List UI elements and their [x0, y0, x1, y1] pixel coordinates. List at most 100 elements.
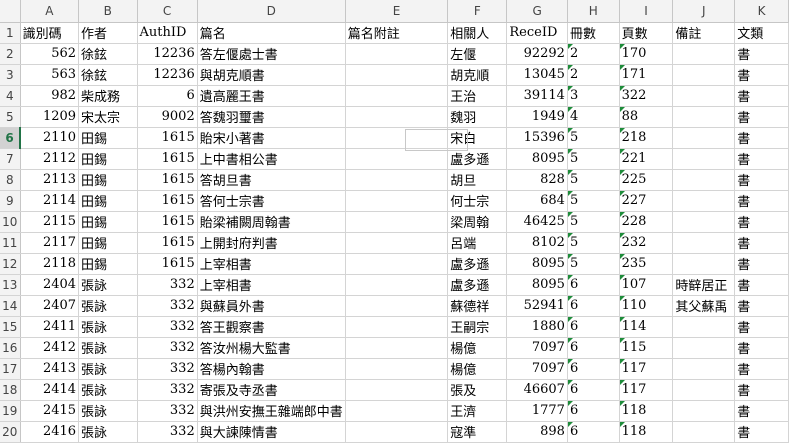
cell-a[interactable]: 2404	[20, 274, 80, 296]
cell-d[interactable]: 答左偃處士書	[197, 43, 346, 65]
cell-h[interactable]: 5	[567, 127, 620, 149]
cell-k[interactable]: 文類	[734, 22, 789, 44]
cell-f[interactable]: 梁周翰	[447, 211, 508, 233]
cell-d[interactable]: 答汝州楊大監書	[197, 337, 346, 359]
cell-e[interactable]	[345, 85, 449, 107]
cell-c[interactable]: 1615	[137, 232, 198, 254]
cell-f[interactable]: 左偃	[447, 43, 508, 65]
cell-j[interactable]	[672, 64, 736, 86]
cell-i[interactable]: 235	[619, 253, 674, 275]
cell-j[interactable]	[672, 169, 736, 191]
cell-i[interactable]: 227	[619, 190, 674, 212]
cell-g[interactable]: 15396	[506, 127, 568, 149]
cell-i[interactable]: 171	[619, 64, 674, 86]
cell-g[interactable]: 52941	[506, 295, 568, 317]
row-header[interactable]: 16	[0, 337, 21, 359]
cell-a[interactable]: 2110	[20, 127, 80, 149]
cell-d[interactable]: 上中書相公書	[197, 148, 346, 170]
cell-a[interactable]: 982	[20, 85, 80, 107]
cell-h[interactable]: 5	[567, 190, 620, 212]
row-header[interactable]: 1	[0, 22, 21, 44]
cell-k[interactable]: 書	[734, 85, 789, 107]
cell-f[interactable]: 楊億	[447, 358, 508, 380]
cell-j[interactable]: 備註	[672, 22, 736, 44]
row-header[interactable]: 14	[0, 295, 21, 317]
column-header-i[interactable]: I	[619, 0, 674, 23]
cell-f[interactable]: 呂端	[447, 232, 508, 254]
cell-b[interactable]: 田錫	[78, 127, 138, 149]
cell-k[interactable]: 書	[734, 379, 789, 401]
cell-a[interactable]: 2114	[20, 190, 80, 212]
cell-g[interactable]: 7097	[506, 337, 568, 359]
cell-j[interactable]	[672, 211, 736, 233]
cell-h[interactable]: 2	[567, 43, 620, 65]
row-header[interactable]: 9	[0, 190, 21, 212]
cell-j[interactable]	[672, 190, 736, 212]
cell-i[interactable]: 115	[619, 337, 674, 359]
cell-k[interactable]: 書	[734, 337, 789, 359]
cell-d[interactable]: 與大諫陳情書	[197, 421, 346, 443]
cell-e[interactable]	[345, 421, 449, 443]
cell-f[interactable]: 魏羽	[447, 106, 508, 128]
cell-f[interactable]: 盧多遜	[447, 148, 508, 170]
column-header-k[interactable]: K	[734, 0, 789, 23]
cell-j[interactable]	[672, 232, 736, 254]
cell-c[interactable]: 332	[137, 337, 198, 359]
cell-c[interactable]: 12236	[137, 43, 198, 65]
cell-d[interactable]: 貽宋小著書	[197, 127, 346, 149]
row-header[interactable]: 8	[0, 169, 21, 191]
cell-i[interactable]: 228	[619, 211, 674, 233]
cell-c[interactable]: 1615	[137, 148, 198, 170]
cell-b[interactable]: 張詠	[78, 274, 138, 296]
cell-g[interactable]: 46607	[506, 379, 568, 401]
cell-g[interactable]: 7097	[506, 358, 568, 380]
cell-c[interactable]: 1615	[137, 169, 198, 191]
column-header-b[interactable]: B	[78, 0, 138, 23]
row-header[interactable]: 12	[0, 253, 21, 275]
cell-j[interactable]: 其父蘇禹	[672, 295, 736, 317]
cell-j[interactable]: 時辥居正	[672, 274, 736, 296]
cell-e[interactable]	[345, 337, 449, 359]
cell-d[interactable]: 答何士宗書	[197, 190, 346, 212]
cell-j[interactable]	[672, 127, 736, 149]
cell-e[interactable]	[345, 106, 449, 128]
cell-e[interactable]	[345, 232, 449, 254]
cell-a[interactable]: 2118	[20, 253, 80, 275]
cell-j[interactable]	[672, 400, 736, 422]
cell-j[interactable]	[672, 43, 736, 65]
cell-b[interactable]: 田錫	[78, 253, 138, 275]
cell-g[interactable]: 1949	[506, 106, 568, 128]
cell-k[interactable]: 書	[734, 190, 789, 212]
row-header[interactable]: 13	[0, 274, 21, 296]
cell-c[interactable]: 6	[137, 85, 198, 107]
cell-d[interactable]: 與蘇員外書	[197, 295, 346, 317]
cell-d[interactable]: 與洪州安撫王雜端郎中書	[197, 400, 346, 422]
cell-a[interactable]: 2411	[20, 316, 80, 338]
cell-c[interactable]: 332	[137, 400, 198, 422]
cell-e[interactable]	[345, 379, 449, 401]
cell-k[interactable]: 書	[734, 148, 789, 170]
cell-d[interactable]: 答王觀察書	[197, 316, 346, 338]
cell-d[interactable]: 貽梁補闕周翰書	[197, 211, 346, 233]
cell-i[interactable]: 225	[619, 169, 674, 191]
cell-a[interactable]: 2115	[20, 211, 80, 233]
cell-h[interactable]: 6	[567, 295, 620, 317]
cell-c[interactable]: 332	[137, 379, 198, 401]
cell-e[interactable]	[345, 148, 449, 170]
cell-k[interactable]: 書	[734, 400, 789, 422]
cell-k[interactable]: 書	[734, 64, 789, 86]
cell-c[interactable]: 9002	[137, 106, 198, 128]
cell-b[interactable]: 徐鉉	[78, 43, 138, 65]
cell-h[interactable]: 5	[567, 232, 620, 254]
row-header[interactable]: 15	[0, 316, 21, 338]
cell-k[interactable]: 書	[734, 127, 789, 149]
cell-f[interactable]: 何士宗	[447, 190, 508, 212]
column-header-a[interactable]: A	[20, 0, 80, 23]
cell-h[interactable]: 冊數	[567, 22, 620, 44]
cell-j[interactable]	[672, 421, 736, 443]
column-header-e[interactable]: E	[345, 0, 449, 23]
cell-i[interactable]: 110	[619, 295, 674, 317]
cell-d[interactable]: 答魏羽璽書	[197, 106, 346, 128]
cell-d[interactable]: 答楊內翰書	[197, 358, 346, 380]
cell-c[interactable]: 332	[137, 274, 198, 296]
